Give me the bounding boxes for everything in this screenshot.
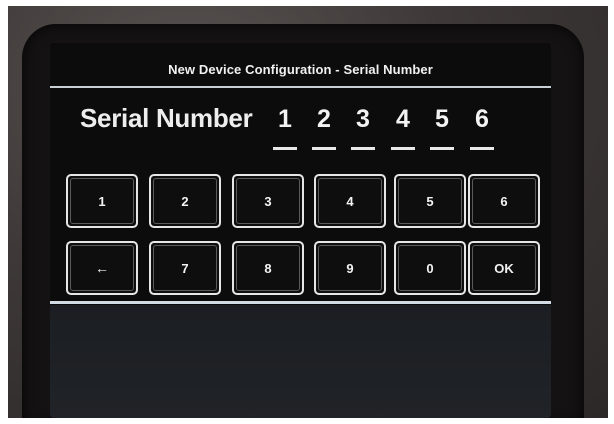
key-label: 0 xyxy=(426,260,434,276)
serial-digit-2: 2 xyxy=(317,105,331,133)
key-9[interactable]: 9 xyxy=(314,241,386,295)
serial-digit-underline xyxy=(470,147,494,150)
key-4[interactable]: 4 xyxy=(314,174,386,228)
screen-title: New Device Configuration - Serial Number xyxy=(168,62,433,77)
serial-digit-3: 3 xyxy=(356,105,370,133)
serial-number-label: Serial Number xyxy=(80,103,253,133)
key-1[interactable]: 1 xyxy=(66,174,138,228)
key-5[interactable]: 5 xyxy=(394,174,466,228)
key-label: 1 xyxy=(98,193,106,209)
serial-digit-underline xyxy=(391,147,415,150)
key-7[interactable]: 7 xyxy=(149,241,221,295)
key-label: 4 xyxy=(346,193,354,209)
serial-digit-underline xyxy=(351,147,375,150)
key-3[interactable]: 3 xyxy=(232,174,304,228)
ok-label: OK xyxy=(494,260,514,276)
ok-button[interactable]: OK xyxy=(468,241,540,295)
screen-empty-area xyxy=(50,305,551,418)
key-0[interactable]: 0 xyxy=(394,241,466,295)
back-arrow-icon: ← xyxy=(95,260,109,276)
key-label: 3 xyxy=(264,193,272,209)
key-label: 6 xyxy=(500,193,508,209)
serial-digit-1: 1 xyxy=(278,105,292,133)
key-label: 5 xyxy=(426,193,434,209)
key-2[interactable]: 2 xyxy=(149,174,221,228)
key-6[interactable]: 6 xyxy=(468,174,540,228)
serial-digit-underline xyxy=(273,147,297,150)
key-label: 2 xyxy=(181,193,189,209)
serial-digit-5: 5 xyxy=(435,105,449,133)
photo-background: New Device Configuration - Serial Number… xyxy=(8,6,608,418)
serial-digit-4: 4 xyxy=(396,105,410,133)
key-label: 9 xyxy=(346,260,354,276)
title-divider xyxy=(50,86,551,88)
serial-digit-underline xyxy=(430,147,454,150)
key-label: 7 xyxy=(181,260,189,276)
bottom-divider xyxy=(50,301,551,304)
key-label: 8 xyxy=(264,260,272,276)
device-screen: New Device Configuration - Serial Number… xyxy=(50,43,551,418)
serial-digit-6: 6 xyxy=(475,105,489,133)
serial-digit-underline xyxy=(312,147,336,150)
backspace-key[interactable]: ← xyxy=(66,241,138,295)
key-8[interactable]: 8 xyxy=(232,241,304,295)
